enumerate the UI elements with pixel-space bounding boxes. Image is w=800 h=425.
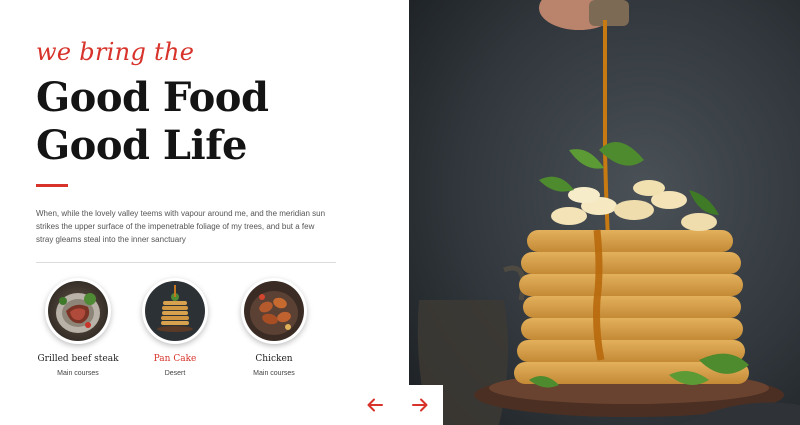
- slider-nav: [352, 385, 443, 425]
- dish-item-chicken[interactable]: Chicken Main courses: [224, 278, 324, 377]
- prev-button[interactable]: [360, 390, 390, 420]
- dish-name: Chicken: [255, 354, 293, 364]
- dish-category: Main courses: [253, 370, 295, 377]
- hero-image: [409, 0, 800, 425]
- hero-title-line-1: Good Food: [36, 74, 269, 121]
- dish-category: Main courses: [57, 370, 99, 377]
- dish-item-pancake[interactable]: Pan Cake Desert: [125, 278, 225, 377]
- dish-category: Desert: [164, 370, 186, 377]
- pancake-image: [145, 281, 205, 341]
- dish-thumbnail[interactable]: [241, 278, 307, 344]
- dish-name: Grilled beef steak: [37, 354, 119, 364]
- pancake-stack-photo: [409, 0, 800, 425]
- arrow-left-icon: [367, 398, 383, 412]
- section-divider: [36, 262, 336, 263]
- dish-list: Grilled beef steak Main courses Pan Cake: [28, 278, 328, 388]
- next-button[interactable]: [405, 390, 435, 420]
- dish-item-steak[interactable]: Grilled beef steak Main courses: [28, 278, 128, 377]
- dish-thumbnail[interactable]: [142, 278, 208, 344]
- hero-panel: we bring the Good Food Good Life When, w…: [0, 0, 409, 425]
- chicken-image: [244, 281, 304, 341]
- hero-title-line-2: Good Life: [36, 122, 247, 169]
- accent-divider: [36, 184, 68, 187]
- steak-image: [48, 281, 108, 341]
- dish-name: Pan Cake: [153, 354, 197, 364]
- hero-title: Good Food Good Life: [36, 74, 269, 170]
- hero-description: When, while the lovely valley teems with…: [36, 209, 326, 244]
- hero-tagline: we bring the: [36, 38, 195, 66]
- dish-thumbnail[interactable]: [45, 278, 111, 344]
- arrow-right-icon: [412, 398, 428, 412]
